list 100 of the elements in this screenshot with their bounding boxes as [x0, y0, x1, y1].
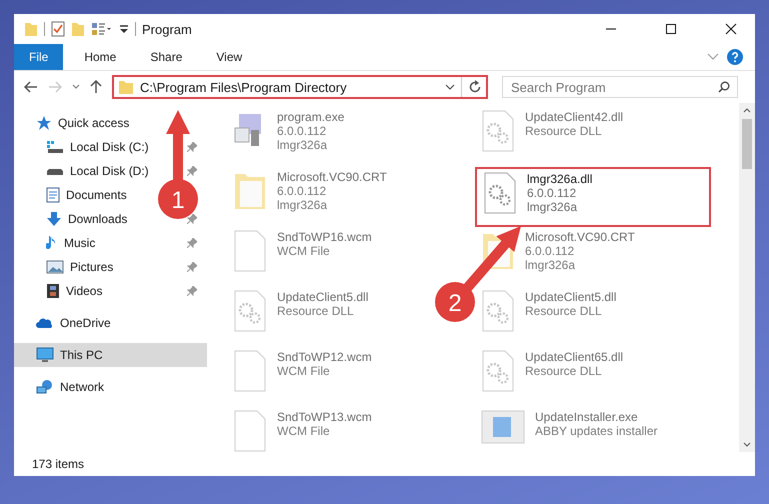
file-name: SndToWP13.wcm: [277, 410, 372, 424]
file-detail: ABBY updates installer: [535, 424, 658, 438]
pin-icon[interactable]: [187, 262, 197, 272]
pin-icon[interactable]: [187, 286, 197, 296]
file-name: UpdateInstaller.exe: [535, 410, 639, 424]
gear-file-icon: [481, 290, 515, 332]
sidebar-label: Pictures: [70, 260, 114, 274]
file-item[interactable]: UpdateClient5.dll Resource DLL: [227, 287, 374, 335]
file-item[interactable]: SndToWP16.wcm WCM File: [227, 227, 378, 275]
star-icon: [36, 115, 52, 131]
file-name: program.exe: [277, 110, 344, 124]
file-name: Microsoft.VC90.CRT: [525, 230, 635, 244]
folder-icon: [118, 79, 134, 95]
file-detail: WCM File: [277, 244, 331, 258]
cloud-icon: [36, 317, 54, 329]
sidebar-label: Music: [64, 236, 96, 250]
sidebar-label: Quick access: [58, 116, 130, 130]
help-icon[interactable]: [727, 49, 743, 65]
file-detail: WCM File: [277, 364, 331, 378]
gear-file-icon: [481, 350, 515, 392]
sidebar-item[interactable]: Documents: [14, 183, 131, 207]
download-arrow-icon: [46, 211, 62, 227]
sidebar-label: Downloads: [68, 212, 128, 226]
chevron-down-icon[interactable]: [72, 84, 80, 90]
gear-file-icon: [481, 110, 515, 152]
film-icon: [46, 283, 60, 299]
ribbon-tab[interactable]: Home: [71, 44, 130, 70]
file-name: SndToWP12.wcm: [277, 350, 372, 364]
scroll-up-icon[interactable]: [743, 107, 751, 113]
file-item[interactable]: lmgr326a.dll 6.0.0.112 lmgr326a: [475, 167, 711, 227]
file-item[interactable]: UpdateClient65.dll Resource DLL: [475, 347, 630, 395]
window-title: Program: [142, 22, 192, 36]
sidebar-label: Local Disk (D:): [70, 164, 149, 178]
address-bar[interactable]: C:\Program Files\Program Directory: [112, 75, 488, 99]
address-path: C:\Program Files\Program Directory: [140, 80, 348, 94]
file-item[interactable]: SndToWP12.wcm WCM File: [227, 347, 378, 395]
file-icon: [233, 350, 267, 392]
file-item[interactable]: UpdateInstaller.exe ABBY updates installer: [475, 407, 664, 447]
sidebar-item[interactable]: Videos: [14, 279, 106, 303]
sidebar-label: OneDrive: [60, 316, 111, 330]
sidebar-item[interactable]: Downloads: [14, 207, 132, 231]
file-detail: 6.0.0.112: [277, 184, 328, 198]
item-count: 173 items: [32, 457, 84, 471]
scroll-down-icon[interactable]: [743, 442, 751, 448]
checklist-icon[interactable]: [51, 21, 65, 37]
file-item[interactable]: Microsoft.VC90.CRT 6.0.0.112 lmgr326a: [227, 167, 393, 215]
pin-icon[interactable]: [187, 214, 197, 224]
pin-icon[interactable]: [187, 238, 197, 248]
file-icon: [233, 230, 267, 272]
ribbon-tab[interactable]: File: [14, 44, 64, 70]
sidebar-item[interactable]: OneDrive: [14, 311, 207, 335]
file-name: lmgr326a.dll: [527, 172, 592, 186]
file-detail: 6.0.0.112: [277, 124, 328, 138]
file-name: UpdateClient42.dll: [525, 110, 624, 124]
sidebar-item[interactable]: Music: [14, 231, 100, 255]
maximize-icon[interactable]: [665, 23, 677, 35]
network-icon: [36, 379, 54, 395]
up-arrow-icon[interactable]: [90, 80, 102, 94]
ribbon-tab[interactable]: View: [203, 44, 256, 70]
chevron-down-icon[interactable]: [445, 83, 455, 91]
file-detail: 6.0.0.112: [527, 186, 578, 200]
file-name: SndToWP16.wcm: [277, 230, 372, 244]
file-item[interactable]: program.exe 6.0.0.112 lmgr326a: [227, 107, 350, 155]
search-field[interactable]: Search Program: [502, 76, 738, 98]
file-detail: Resource DLL: [525, 364, 603, 378]
file-name: UpdateClient5.dll: [277, 290, 368, 304]
sidebar-label: Network: [60, 380, 104, 394]
properties-icon[interactable]: [91, 21, 113, 37]
drive-icon: [46, 140, 64, 154]
sidebar-label: This PC: [60, 348, 103, 362]
file-detail: Resource DLL: [525, 304, 603, 318]
scrollbar-thumb[interactable]: [742, 119, 752, 169]
file-name: UpdateClient65.dll: [525, 350, 624, 364]
file-name: Microsoft.VC90.CRT: [277, 170, 387, 184]
file-detail: lmgr326a: [277, 138, 328, 152]
monitor-icon: [36, 347, 54, 363]
sidebar-item[interactable]: Local Disk (C:): [14, 135, 153, 159]
file-detail: Resource DLL: [525, 124, 603, 138]
sidebar-item[interactable]: Network: [14, 375, 207, 399]
pin-icon[interactable]: [187, 142, 197, 152]
file-detail: lmgr326a: [527, 200, 578, 214]
sidebar-item[interactable]: Local Disk (D:): [14, 159, 153, 183]
file-icon: [233, 410, 267, 452]
sidebar-label: Local Disk (C:): [70, 140, 149, 154]
file-item[interactable]: SndToWP13.wcm WCM File: [227, 407, 378, 455]
sidebar-item[interactable]: Pictures: [14, 255, 118, 279]
file-detail: 6.0.0.112: [525, 244, 576, 258]
file-name: UpdateClient5.dll: [525, 290, 616, 304]
back-arrow-icon[interactable]: [24, 81, 38, 93]
refresh-icon[interactable]: [468, 80, 482, 94]
gear-file-icon: [233, 290, 267, 332]
pin-icon[interactable]: [187, 166, 197, 176]
sidebar-label: Documents: [66, 188, 127, 202]
ribbon-tab[interactable]: Share: [137, 44, 196, 70]
file-item[interactable]: UpdateClient42.dll Resource DLL: [475, 107, 630, 155]
file-detail: lmgr326a: [277, 198, 328, 212]
sidebar-item[interactable]: This PC: [14, 343, 207, 367]
picture-icon: [46, 260, 64, 274]
close-icon[interactable]: [725, 23, 737, 35]
drive-icon: [46, 168, 64, 174]
